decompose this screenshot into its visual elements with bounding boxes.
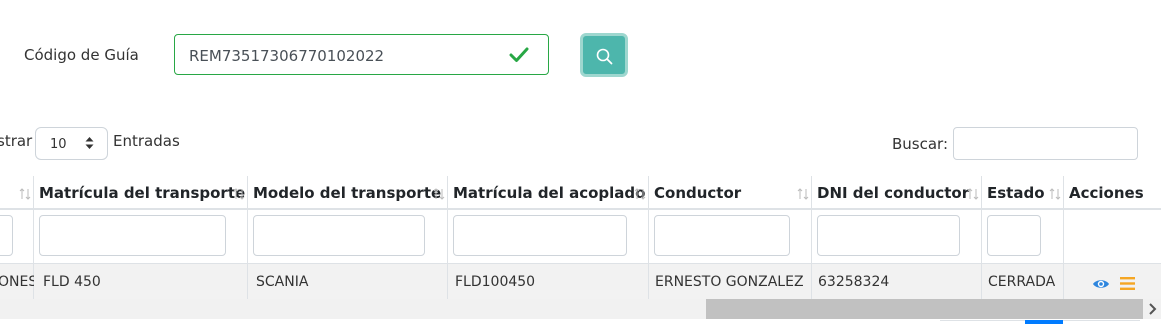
sort-icon	[967, 188, 979, 200]
table-row: ERNESTO GONZALEZ	[649, 263, 811, 299]
column-truck-plate: Matrícula del transporte FLD 450	[34, 176, 248, 300]
scrollbar-thumb[interactable]	[706, 299, 1143, 319]
column-driver: Conductor ERNESTO GONZALEZ	[649, 176, 812, 300]
column-header-label: Estado	[987, 184, 1045, 202]
filter-cell	[982, 210, 1063, 263]
show-entries-suffix: Entradas	[113, 132, 180, 150]
column-header[interactable]: Estado	[982, 176, 1063, 210]
filter-cell	[34, 210, 247, 263]
column-filter-input[interactable]	[654, 215, 790, 256]
column-header-label: Conductor	[654, 184, 742, 202]
filter-cell	[248, 210, 447, 263]
select-arrows-icon	[85, 137, 94, 149]
column-filter-input[interactable]	[0, 215, 13, 256]
page: Código de Guía REM73517306770102022 stra…	[0, 0, 1161, 324]
column-filter-input[interactable]	[253, 215, 425, 256]
table-row	[1064, 263, 1161, 299]
table-row: ONES	[0, 263, 37, 299]
table-row: 63258324	[812, 263, 981, 299]
column-header[interactable]	[0, 176, 33, 210]
table-cell: FLD100450	[455, 274, 536, 290]
column-header-label: Acciones	[1069, 184, 1144, 202]
column-actions: Acciones	[1064, 176, 1161, 300]
chevron-right-icon[interactable]	[1148, 302, 1158, 316]
column-driver-dni: DNI del conductor 63258324	[812, 176, 982, 300]
show-entries-prefix: strar	[0, 132, 33, 150]
table-cell: ERNESTO GONZALEZ	[655, 274, 804, 290]
table-search-input[interactable]	[953, 127, 1138, 160]
guide-code-input[interactable]: REM73517306770102022	[174, 34, 549, 75]
data-table: ONES Matrícula del transporte FLD 450 Mo…	[0, 176, 1161, 300]
search-label: Buscar:	[892, 135, 949, 153]
table-cell: FLD 450	[43, 274, 101, 290]
status-cell: CERRADA	[988, 274, 1056, 290]
column-header[interactable]: DNI del conductor	[812, 176, 981, 210]
column-status: Estado CERRADA	[982, 176, 1064, 300]
column-filter-input[interactable]	[987, 215, 1041, 256]
eye-icon[interactable]	[1092, 278, 1110, 290]
filter-cell	[649, 210, 811, 263]
column-header[interactable]: Modelo del transporte	[248, 176, 447, 210]
guide-search-button[interactable]	[580, 33, 628, 77]
table-row: FLD100450	[448, 263, 648, 299]
sort-icon	[797, 188, 809, 200]
filter-cell	[0, 210, 33, 263]
column-truck-model: Modelo del transporte SCANIA	[248, 176, 448, 300]
column-header[interactable]: Matrícula del transporte	[34, 176, 247, 210]
sort-icon	[1049, 188, 1061, 200]
column-filter-input[interactable]	[817, 215, 960, 256]
table-row: FLD 450	[34, 263, 247, 299]
horizontal-scrollbar[interactable]	[0, 299, 1161, 319]
column-header[interactable]: Conductor	[649, 176, 811, 210]
pagination-active-page[interactable]	[1025, 320, 1063, 324]
sort-icon	[233, 188, 245, 200]
filter-cell	[812, 210, 981, 263]
column-header: Acciones	[1064, 176, 1161, 210]
table-row: SCANIA	[248, 263, 447, 299]
filter-cell	[1064, 210, 1161, 263]
column-header-label: DNI del conductor	[817, 184, 970, 202]
table-cell: 63258324	[818, 274, 890, 290]
sort-icon	[634, 188, 646, 200]
guide-code-value[interactable]: REM73517306770102022	[189, 47, 384, 65]
sort-icon	[433, 188, 445, 200]
column-header-label: Matrícula del acoplado	[453, 184, 646, 202]
column-header-label: Matrícula del transporte	[39, 184, 246, 202]
column-header-label: Modelo del transporte	[253, 184, 442, 202]
table-cell: SCANIA	[256, 274, 309, 290]
column-trailer-plate: Matrícula del acoplado FLD100450	[448, 176, 649, 300]
sort-icon	[19, 188, 31, 200]
guide-code-label: Código de Guía	[24, 46, 139, 64]
check-icon	[509, 47, 529, 62]
filter-cell	[448, 210, 648, 263]
column-filter-input[interactable]	[453, 215, 627, 256]
table-row: CERRADA	[982, 263, 1063, 299]
menu-icon[interactable]	[1120, 277, 1135, 290]
column-0: ONES	[0, 176, 37, 300]
search-icon	[596, 48, 613, 65]
column-header[interactable]: Matrícula del acoplado	[448, 176, 648, 210]
entries-select-value: 10	[50, 137, 67, 152]
entries-select[interactable]: 10	[35, 127, 108, 160]
table-cell: ONES	[0, 274, 38, 290]
column-filter-input[interactable]	[39, 215, 226, 256]
